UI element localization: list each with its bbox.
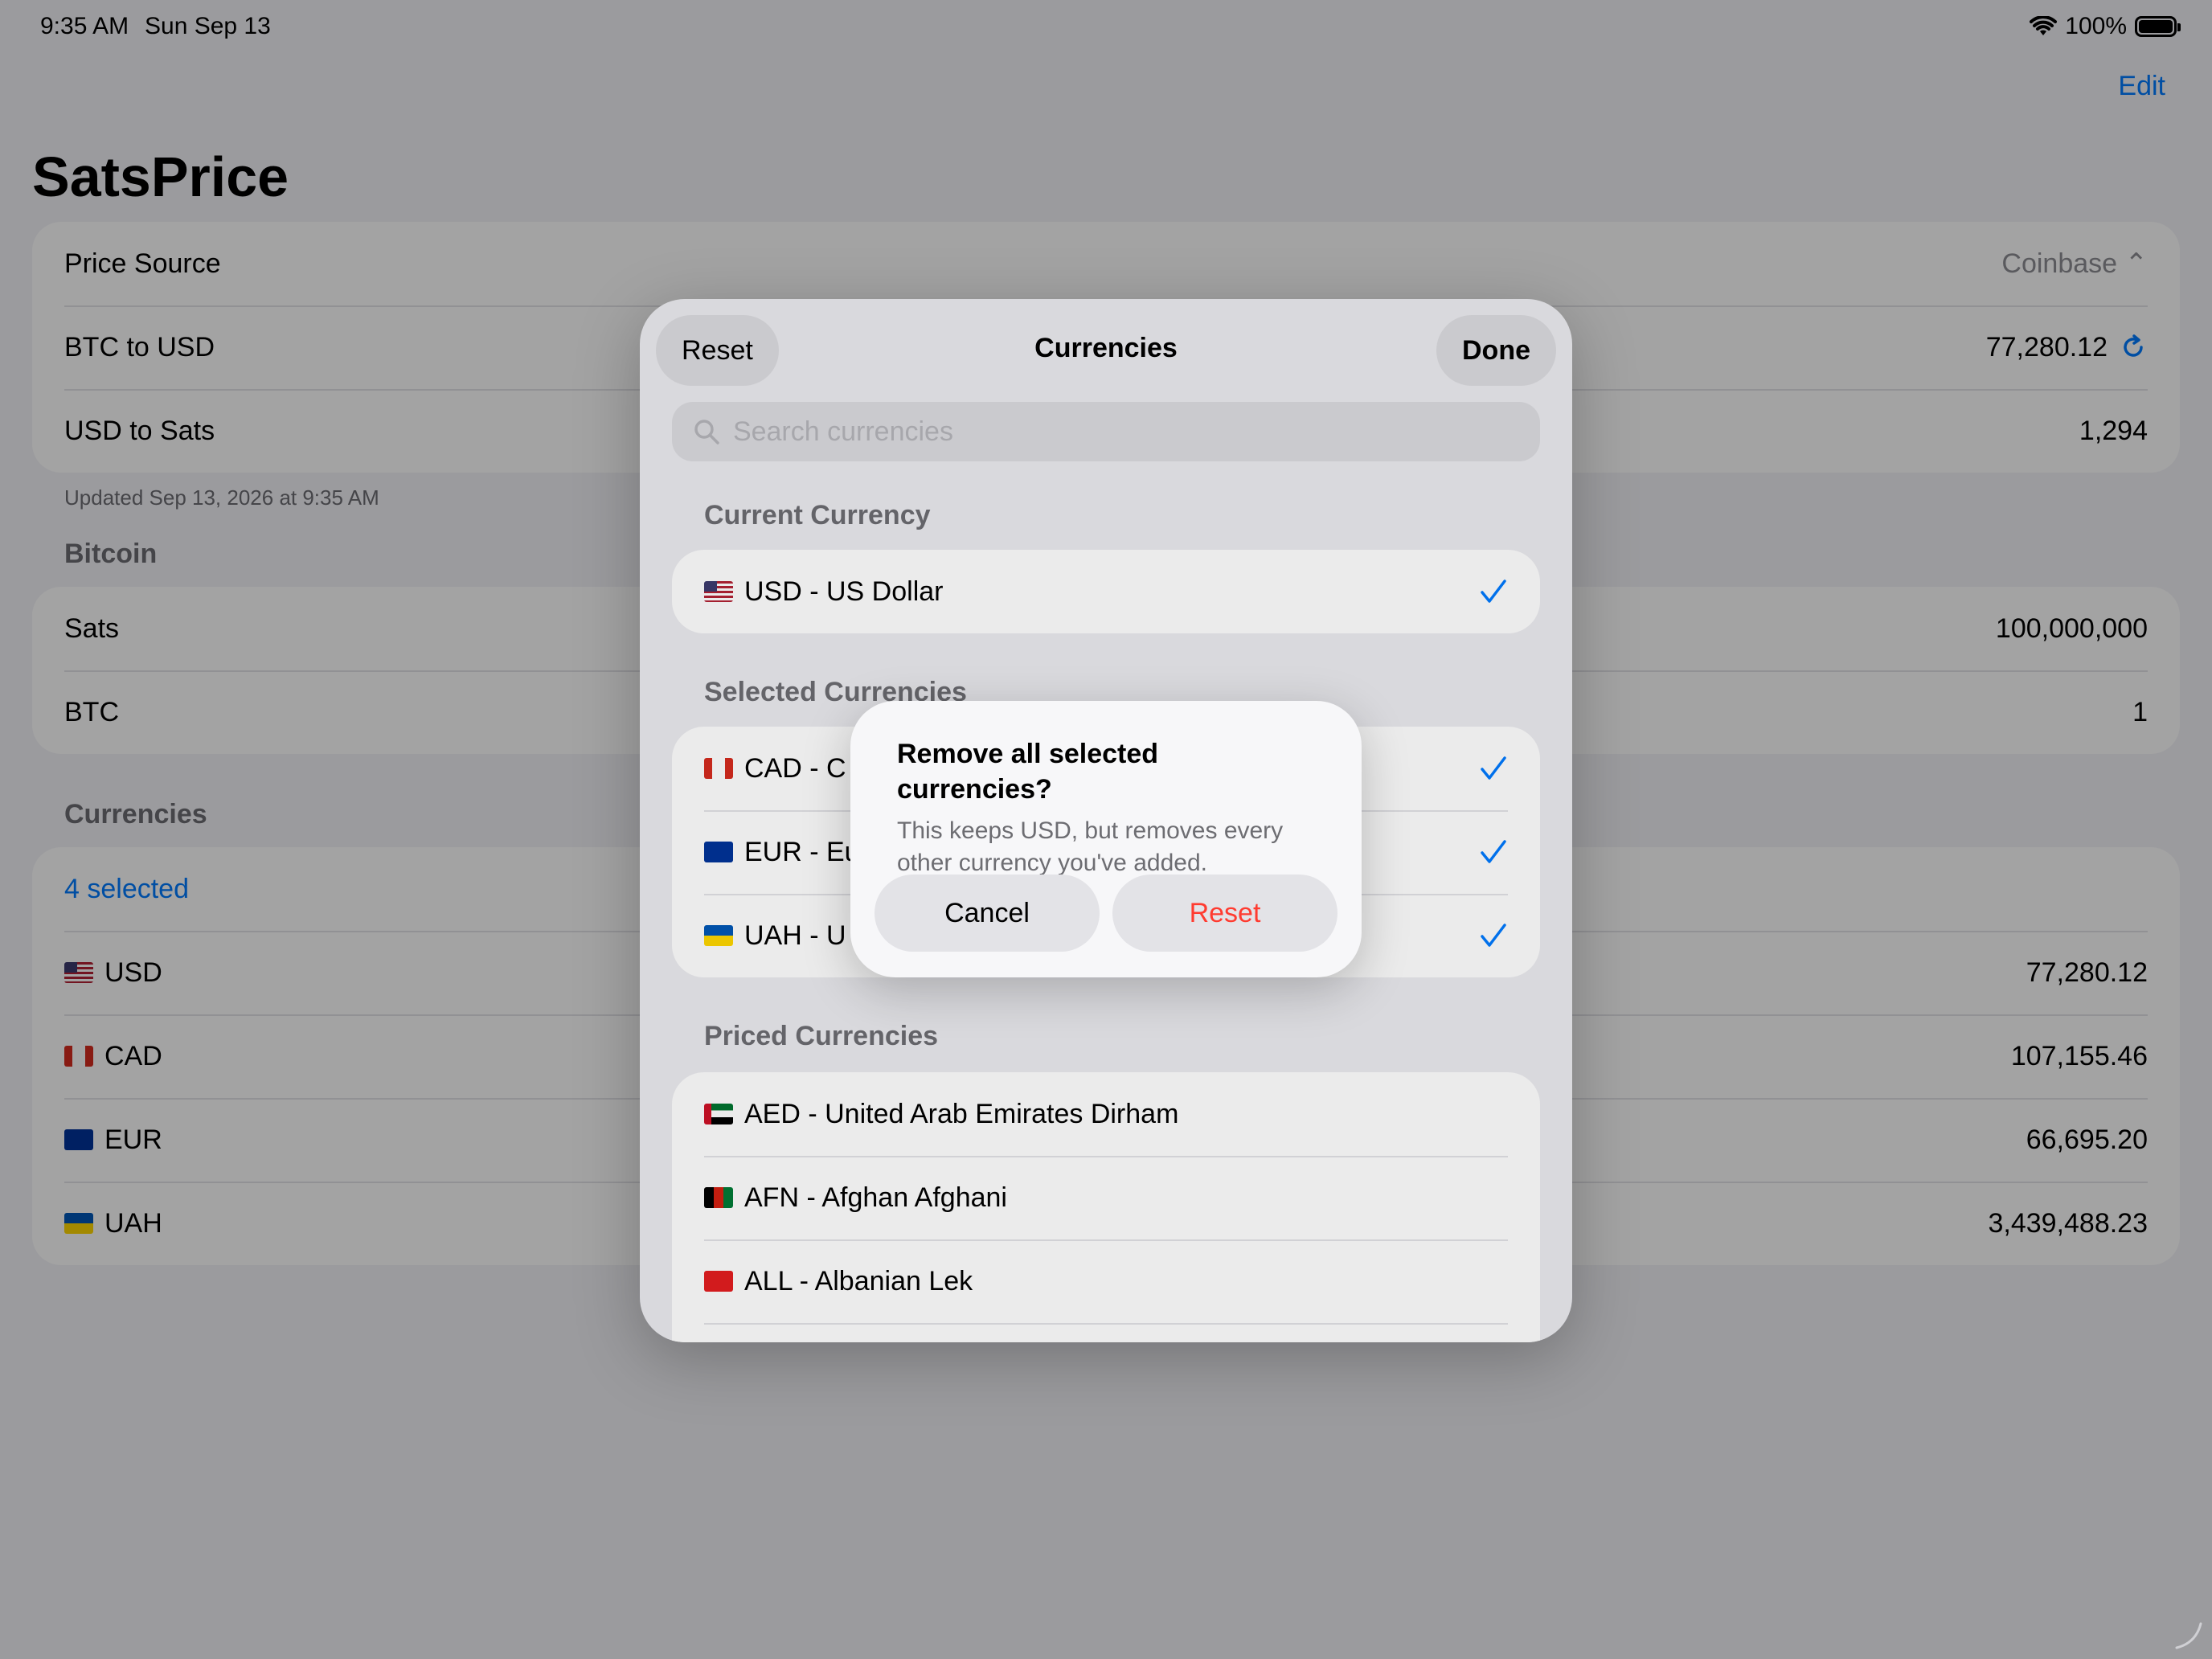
alert-buttons: Cancel Reset (875, 875, 1337, 952)
confirm-reset-button[interactable]: Reset (1112, 875, 1337, 952)
alert-title: Remove all selected currencies? (897, 739, 1159, 805)
reset-alert-dialog: Remove all selected currencies? This kee… (850, 701, 1362, 977)
resize-handle-icon[interactable] (2172, 1619, 2204, 1651)
cancel-button[interactable]: Cancel (875, 875, 1100, 952)
alert-message: This keeps USD, but removes every other … (897, 817, 1284, 876)
